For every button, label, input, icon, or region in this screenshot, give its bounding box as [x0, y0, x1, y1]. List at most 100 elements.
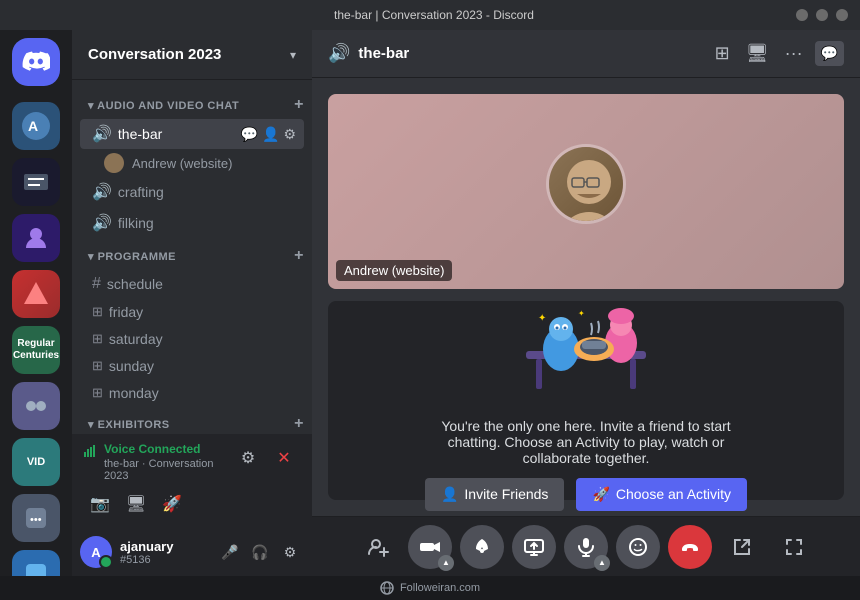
settings-icon[interactable]: ⚙	[283, 126, 296, 143]
text-icon-sunday: ⊞	[92, 358, 103, 374]
chat-icon[interactable]: 💬	[241, 126, 258, 143]
deafen-btn[interactable]: 🎧	[246, 538, 274, 566]
voice-disconnect-btn[interactable]: ✕	[268, 442, 300, 474]
screenshare-ctrl-btn[interactable]: 🖥	[120, 488, 152, 520]
main-content: 🔊 the-bar ⊞ 🖥 ··· 💬	[312, 30, 860, 576]
mic-chevron[interactable]: ▲	[594, 555, 610, 571]
section-header-programme[interactable]: ▾ PROGRAMME +	[72, 239, 312, 269]
server-icon-6[interactable]	[12, 382, 60, 430]
user-name: ajanuary	[120, 539, 208, 554]
share-screen-button[interactable]	[512, 525, 556, 569]
section-label-audio-video: ▾ AUDIO AND VIDEO CHAT	[88, 99, 239, 112]
user-bar: A ajanuary #5136 🎤 🎧 ⚙	[72, 528, 312, 576]
watermark-text: Followeiran.com	[400, 582, 480, 594]
channel-actions-the-bar: 💬 👤 ⚙	[241, 126, 296, 143]
activity-tile: ✦ ✦	[328, 301, 844, 500]
rocket-icon: 🚀	[592, 486, 609, 503]
add-exhibitors-icon[interactable]: +	[294, 415, 304, 433]
server-icon-3[interactable]	[12, 214, 60, 262]
participant-video-tile: Andrew (website)	[328, 94, 844, 289]
svg-text:✦: ✦	[538, 313, 546, 324]
section-label-programme: ▾ PROGRAMME	[88, 250, 176, 263]
svg-text:✦: ✦	[578, 309, 585, 318]
channel-name-sunday: sunday	[109, 358, 296, 374]
watermark: Followeiran.com	[0, 576, 860, 600]
bottom-bar: ▲	[312, 516, 860, 576]
voice-icon-filking: 🔊	[92, 213, 112, 233]
channel-item-sunday[interactable]: ⊞ sunday	[80, 353, 304, 379]
add-participant-button[interactable]	[356, 525, 400, 569]
more-icon[interactable]: ···	[781, 39, 807, 68]
section-header-exhibitors[interactable]: ▾ EXHIBITORS +	[72, 407, 312, 434]
discord-home-icon[interactable]	[12, 38, 60, 86]
screen-icon[interactable]: 🖥	[742, 39, 773, 68]
channel-sub-user-andrew[interactable]: Andrew (website)	[72, 150, 312, 176]
participant-label: Andrew (website)	[336, 260, 452, 281]
text-icon-saturday: ⊞	[92, 331, 103, 347]
mute-btn[interactable]: 🎤	[216, 538, 244, 566]
end-call-button[interactable]	[668, 525, 712, 569]
channel-name-monday: monday	[109, 385, 296, 401]
section-label-exhibitors: ▾ EXHIBITORS	[88, 418, 170, 431]
activity-ctrl-btn[interactable]: 🚀	[156, 488, 188, 520]
server-icon-7[interactable]: VID	[12, 438, 60, 486]
popout-button[interactable]	[720, 525, 764, 569]
camera-chevron[interactable]: ▲	[438, 555, 454, 571]
fullscreen-button[interactable]	[772, 525, 816, 569]
user-info: ajanuary #5136	[120, 539, 208, 566]
server-icon-8[interactable]: •••	[12, 494, 60, 542]
grid-icon[interactable]: ⊞	[711, 39, 734, 68]
chat-icon[interactable]: 💬	[815, 41, 844, 66]
minimize-button[interactable]: −	[796, 9, 808, 21]
channel-header[interactable]: Conversation 2023 ▾	[72, 30, 312, 80]
maximize-button[interactable]: □	[816, 9, 828, 21]
voice-connected-location: the-bar · Conversation 2023	[104, 458, 226, 482]
app-body: A RegularCenturies VID	[0, 30, 860, 576]
server-icon-5[interactable]: RegularCenturies	[12, 326, 60, 374]
channel-header-title: Conversation 2023	[88, 46, 221, 63]
voice-connected-bar: Voice Connected the-bar · Conversation 2…	[72, 434, 312, 528]
close-button[interactable]: ×	[836, 9, 848, 21]
video-area: Andrew (website)	[312, 78, 860, 516]
emoji-button[interactable]	[616, 525, 660, 569]
signal-icon	[84, 444, 98, 458]
boost-button[interactable]	[460, 525, 504, 569]
channel-item-the-bar[interactable]: 🔊 the-bar 💬 👤 ⚙	[80, 119, 304, 149]
channel-item-saturday[interactable]: ⊞ saturday	[80, 326, 304, 352]
user-settings-btn[interactable]: ⚙	[276, 538, 304, 566]
invite-icon[interactable]: 👤	[262, 126, 279, 143]
microphone-button-group: ▲	[564, 525, 608, 569]
choose-activity-button[interactable]: 🚀 Choose an Activity	[576, 478, 747, 511]
channel-name-crafting: crafting	[118, 184, 296, 200]
main-header: 🔊 the-bar ⊞ 🖥 ··· 💬	[312, 30, 860, 78]
hash-icon: #	[92, 275, 101, 293]
section-header-audio-video[interactable]: ▾ AUDIO AND VIDEO CHAT +	[72, 88, 312, 118]
channel-item-filking[interactable]: 🔊 filking	[80, 208, 304, 238]
main-channel-title: the-bar	[358, 45, 702, 62]
channel-item-friday[interactable]: ⊞ friday	[80, 299, 304, 325]
voice-settings-btn[interactable]: ⚙	[232, 442, 264, 474]
channel-name-schedule: schedule	[107, 276, 296, 292]
main-header-actions: ⊞ 🖥 ··· 💬	[711, 39, 844, 68]
server-icon-2[interactable]	[12, 158, 60, 206]
add-channel-icon[interactable]: +	[294, 96, 304, 114]
person-icon: 👤	[441, 486, 458, 503]
activity-buttons: 👤 Invite Friends 🚀 Choose an Activity	[425, 478, 747, 511]
channel-item-monday[interactable]: ⊞ monday	[80, 380, 304, 406]
server-icon-1[interactable]: A	[12, 102, 60, 150]
channel-item-crafting[interactable]: 🔊 crafting	[80, 177, 304, 207]
voice-connected-label: Voice Connected	[104, 442, 226, 456]
andrew-name: Andrew (website)	[132, 156, 232, 171]
voice-controls: 📷 🖥 🚀	[84, 488, 300, 520]
camera-button-group: ▲	[408, 525, 452, 569]
voice-icon: 🔊	[92, 124, 112, 144]
activity-illustration: ✦ ✦	[486, 291, 686, 406]
camera-ctrl-btn[interactable]: 📷	[84, 488, 116, 520]
server-icon-4[interactable]	[12, 270, 60, 318]
channel-item-schedule[interactable]: # schedule	[80, 270, 304, 298]
add-programme-icon[interactable]: +	[294, 247, 304, 265]
titlebar: the-bar | Conversation 2023 - Discord − …	[0, 0, 860, 30]
server-icon-blue[interactable]	[12, 550, 60, 576]
invite-friends-button[interactable]: 👤 Invite Friends	[425, 478, 564, 511]
channel-name-friday: friday	[109, 304, 296, 320]
